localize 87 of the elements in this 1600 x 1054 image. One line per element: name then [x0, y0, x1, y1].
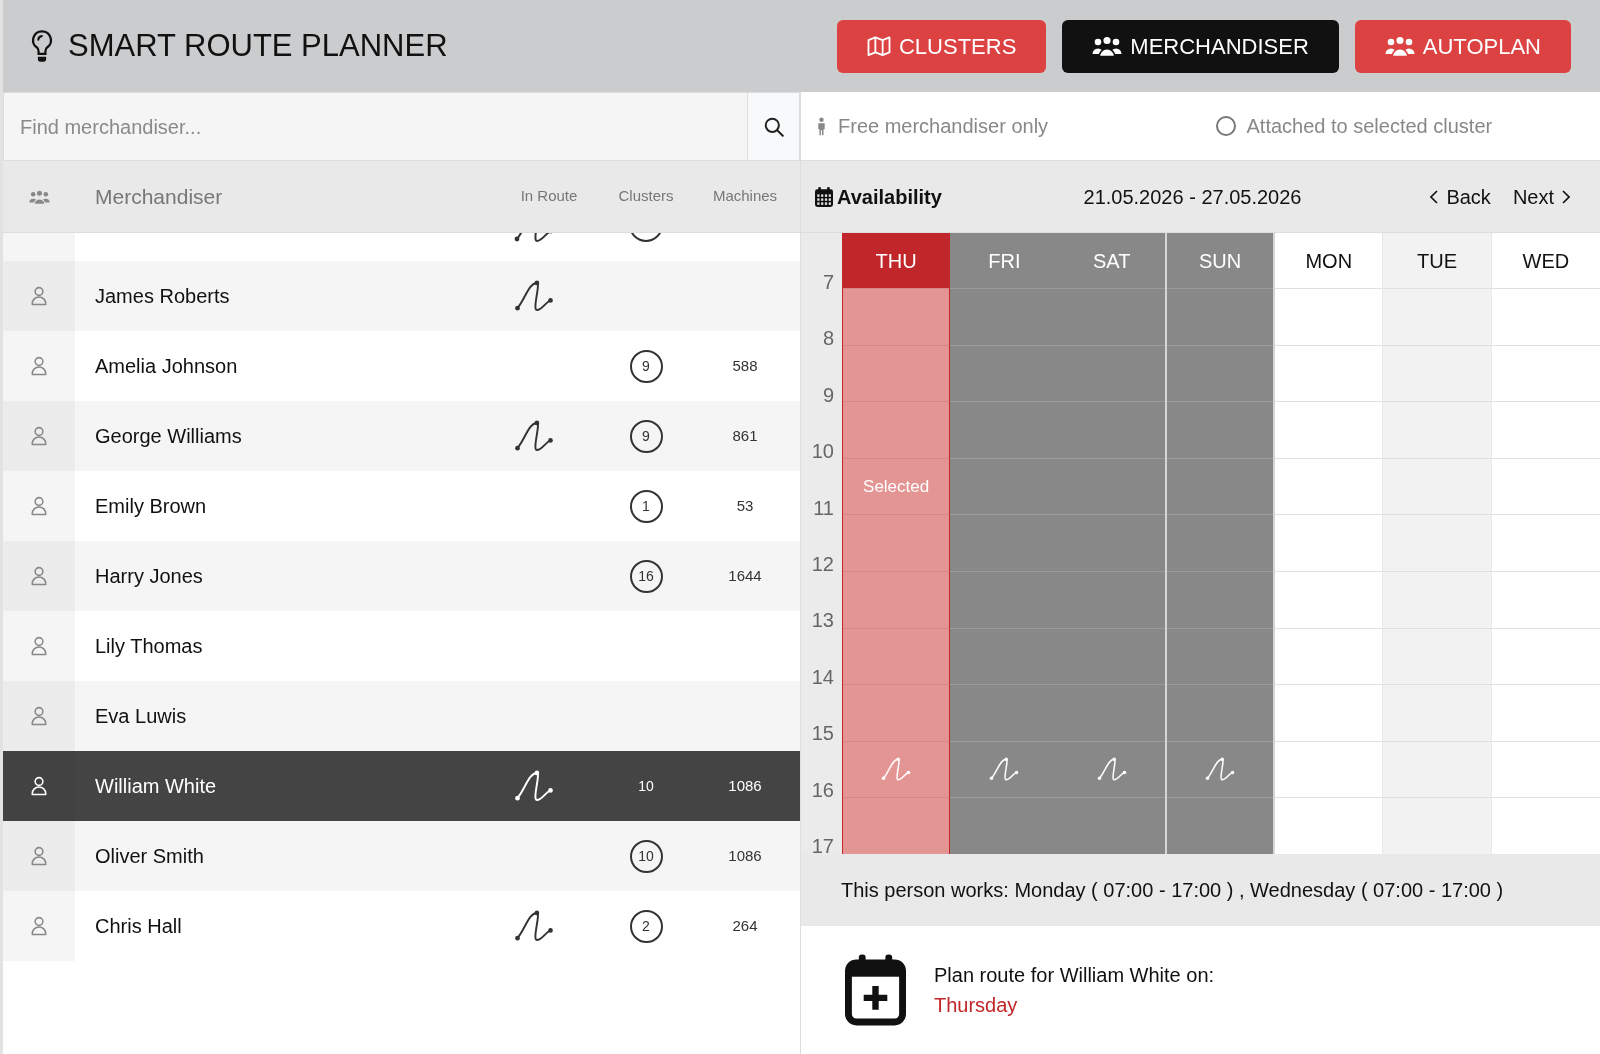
user-icon — [30, 706, 48, 726]
date-range: 21.05.2026 - 27.05.2026 — [1083, 184, 1302, 210]
search-field[interactable]: Find merchandiser... — [3, 92, 748, 161]
column-header: Merchandiser — [94, 183, 223, 210]
cluster-count: 16 — [629, 559, 663, 593]
nav-button[interactable]: MERCHANDISER — [1062, 19, 1339, 73]
user-icon — [30, 426, 48, 446]
day-header[interactable]: THU — [842, 233, 951, 288]
cluster-count: 9 — [629, 419, 663, 453]
people-icon — [1092, 35, 1123, 57]
merchandiser-row[interactable]: Oliver Smith 10 1086 — [3, 821, 800, 891]
hour-label: 12 — [811, 555, 834, 572]
day-header[interactable]: SAT — [1058, 233, 1165, 288]
machine-count: 1086 — [728, 845, 762, 866]
app-title: SMART ROUTE PLANNER — [68, 26, 448, 65]
hour-label: 15 — [811, 725, 834, 742]
machine-count: 1644 — [728, 565, 762, 586]
column-header: Machines — [712, 186, 778, 207]
user-icon — [30, 846, 48, 866]
merchandiser-row[interactable]: George Williams 9 861 — [3, 401, 800, 471]
hour-label: 8 — [822, 330, 834, 347]
people-icon — [1384, 35, 1415, 57]
map-icon — [867, 35, 891, 57]
hour-label: 14 — [811, 668, 834, 685]
machine-count: 264 — [732, 915, 758, 936]
chevron-left-icon — [1430, 189, 1439, 204]
hour-label: 10 — [811, 443, 834, 460]
merchandiser-row[interactable]: Eva Luwis — [3, 681, 800, 751]
hour-label: 16 — [811, 781, 834, 798]
merchandiser-name: George Williams — [94, 424, 242, 449]
section-title: Availability — [837, 184, 942, 210]
day-header[interactable]: TUE — [1383, 233, 1491, 288]
column-header: Clusters — [618, 186, 674, 207]
lightbulb-icon — [30, 29, 54, 63]
cluster-count: 10 — [638, 776, 654, 796]
merchandiser-name: Chris Hall — [94, 914, 182, 939]
back-button[interactable]: Back — [1430, 181, 1491, 212]
user-icon — [30, 356, 48, 376]
standing-person-icon — [816, 116, 827, 136]
user-icon — [30, 776, 48, 796]
plan-route-text: Plan route for William White on: — [934, 963, 1215, 988]
nav-button[interactable]: AUTOPLAN — [1354, 19, 1571, 73]
merchandiser-row[interactable]: William White 10 1086 — [3, 751, 800, 821]
selected-day-text: Thursday — [934, 993, 1019, 1018]
attached-cluster-filter[interactable]: Attached to selected cluster — [1215, 111, 1493, 141]
day-header[interactable]: FRI — [950, 233, 1059, 288]
hour-label: 9 — [822, 386, 834, 403]
user-icon — [30, 916, 48, 936]
search-icon — [763, 116, 784, 137]
free-only-filter[interactable]: Free merchandiser only — [816, 111, 1049, 141]
slot-note: Selected — [863, 475, 930, 498]
next-button[interactable]: Next — [1512, 181, 1570, 212]
cluster-count: 10 — [629, 839, 663, 873]
machine-count: 1086 — [728, 775, 762, 796]
column-header: In Route — [520, 186, 578, 207]
day-header[interactable]: SUN — [1166, 233, 1274, 288]
search-button[interactable] — [748, 92, 800, 161]
merchandiser-row[interactable]: James Roberts — [3, 261, 800, 331]
chevron-right-icon — [1562, 189, 1570, 204]
calendar-plus-icon — [845, 954, 906, 1026]
merchandiser-name: William White — [94, 774, 217, 799]
merchandiser-name: Emily Brown — [94, 494, 207, 519]
user-icon — [30, 286, 48, 306]
hour-label: 7 — [822, 274, 834, 290]
cluster-count: 1 — [629, 489, 663, 523]
merchandiser-name: James Roberts — [94, 284, 230, 309]
hour-label: 11 — [813, 499, 834, 516]
hour-label: 13 — [811, 612, 834, 629]
user-icon — [30, 636, 48, 656]
cluster-count: 2 — [629, 909, 663, 943]
user-icon — [30, 496, 48, 516]
machine-count: 53 — [736, 495, 754, 516]
merchandiser-name: Harry Jones — [94, 564, 203, 589]
user-icon — [30, 566, 48, 586]
people-icon — [28, 188, 50, 205]
machine-count: 588 — [732, 355, 758, 376]
machine-count: 861 — [732, 425, 758, 446]
nav-button[interactable]: CLUSTERS — [837, 19, 1047, 73]
merchandiser-name: Eva Luwis — [94, 704, 187, 729]
merchandiser-name: Amelia Johnson — [94, 354, 238, 379]
merchandiser-row[interactable]: Harry Jones 16 1644 — [3, 541, 800, 611]
cluster-count: 9 — [629, 349, 663, 383]
work-schedule-text: This person works: Monday ( 07:00 - 17:00 ) , Wednesday ( 07:00 - 17:00 ) — [801, 854, 1600, 926]
calendar-icon — [815, 186, 833, 207]
merchandiser-name: Oliver Smith — [94, 844, 204, 869]
hour-label: 17 — [811, 837, 834, 854]
merchandiser-name: Lily Thomas — [94, 634, 203, 659]
